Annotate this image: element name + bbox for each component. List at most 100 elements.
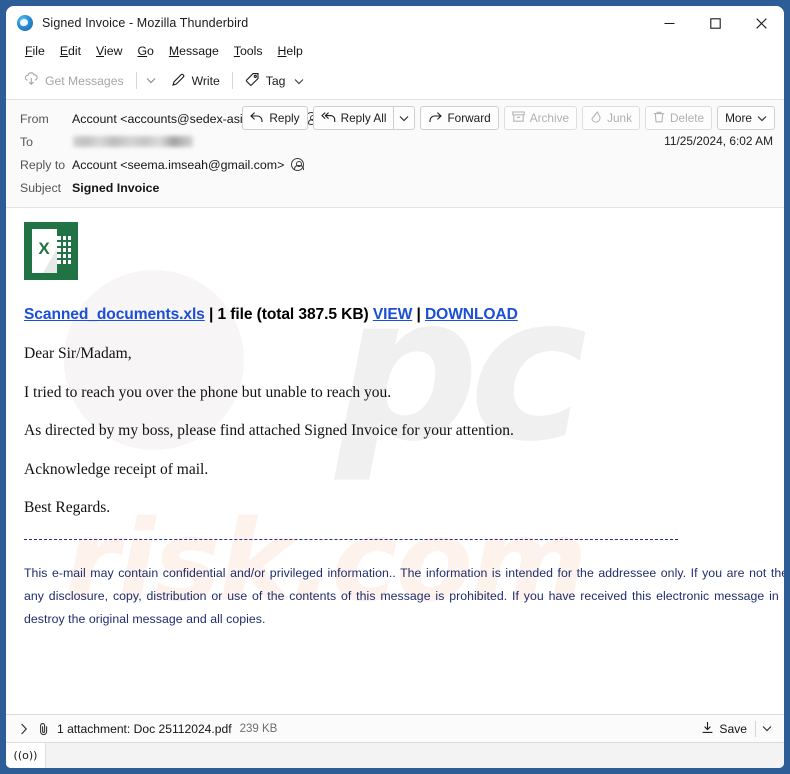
save-attachment-button[interactable]: Save: [695, 719, 755, 739]
get-messages-button[interactable]: Get Messages: [15, 67, 133, 94]
pencil-icon: [171, 72, 186, 90]
delete-label: Delete: [670, 111, 705, 125]
body-paragraph: As directed by my boss, please find atta…: [24, 422, 514, 439]
menu-message[interactable]: Message: [162, 42, 227, 60]
body-paragraph: I tried to reach you over the phone but …: [24, 383, 392, 401]
reply-to-label: Reply to: [20, 157, 66, 172]
from-label: From: [20, 111, 49, 126]
status-bar: ((o)): [6, 742, 784, 768]
window-titlebar: Signed Invoice - Mozilla Thunderbird: [6, 6, 784, 40]
save-download-icon: [701, 721, 714, 737]
save-dropdown-caret[interactable]: [756, 725, 778, 732]
to-label: To: [20, 134, 33, 149]
menu-tools[interactable]: Tools: [227, 42, 271, 60]
menu-tools-rest: ools: [239, 44, 263, 58]
get-messages-label: Get Messages: [45, 73, 124, 88]
message-date: 11/25/2024, 6:02 AM: [664, 134, 773, 148]
attachment-actions: Save: [695, 719, 778, 739]
menu-help-rest: elp: [286, 44, 303, 58]
email-body-text: Dear Sir/Madam, I tried to reach you ove…: [24, 346, 784, 516]
contact-icon-reply[interactable]: [291, 158, 305, 171]
message-header: From Account <accounts@sedex-asia-th.com…: [6, 100, 784, 208]
paperclip-icon: [38, 722, 50, 736]
delete-button[interactable]: Delete: [645, 106, 713, 130]
menu-edit-rest: dit: [68, 44, 82, 58]
write-button[interactable]: Write: [162, 67, 229, 94]
more-button[interactable]: More: [717, 106, 775, 130]
header-row-reply-to: Reply to Account <seema.imseah@gmail.com…: [6, 153, 784, 176]
menubar: File Edit View Go Message Tools Help: [6, 40, 784, 62]
menu-go[interactable]: Go: [130, 42, 161, 60]
reply-button[interactable]: Reply: [242, 106, 308, 130]
reply-all-dropdown[interactable]: [393, 106, 416, 130]
forward-arrow-icon: [428, 111, 443, 126]
archive-label: Archive: [529, 111, 570, 125]
excel-file-icon: X: [24, 222, 78, 280]
menu-view-rest: iew: [104, 44, 123, 58]
attachment-headline: Scanned_documents.xls | 1 file (total 38…: [24, 306, 784, 324]
reply-all-arrow-icon: [320, 111, 336, 126]
view-link[interactable]: VIEW: [373, 306, 413, 323]
body-content: X Scanned_documents.xls | 1 file (total …: [6, 208, 784, 714]
menu-file[interactable]: File: [18, 42, 53, 60]
tag-button[interactable]: Tag: [236, 67, 314, 94]
trash-icon: [653, 111, 665, 126]
connection-indicator-icon[interactable]: ((o)): [6, 742, 46, 768]
forward-button[interactable]: Forward: [420, 106, 499, 130]
thunderbird-window: Signed Invoice - Mozilla Thunderbird Fil…: [6, 6, 784, 768]
menu-go-rest: o: [147, 44, 154, 58]
maximize-button[interactable]: [692, 6, 738, 40]
attachment-bar: 1 attachment: Doc 25112024.pdf 239 KB Sa…: [6, 714, 784, 742]
reply-to-value[interactable]: Account <seema.imseah@gmail.com>: [72, 158, 284, 172]
menu-edit[interactable]: Edit: [53, 42, 89, 60]
reply-label: Reply: [269, 111, 300, 125]
junk-button[interactable]: Junk: [582, 106, 640, 130]
menu-view[interactable]: View: [89, 42, 130, 60]
toolbar-separator-1: [135, 72, 137, 89]
reply-all-label: Reply All: [340, 111, 387, 125]
body-divider: [24, 538, 678, 540]
menu-file-rest: ile: [32, 44, 45, 58]
body-paragraph: Best Regards.: [24, 499, 111, 516]
more-label: More: [725, 111, 752, 125]
main-toolbar: Get Messages Write Tag: [6, 62, 784, 100]
archive-button[interactable]: Archive: [503, 106, 578, 130]
write-label: Write: [191, 73, 220, 88]
header-row-subject: Subject Signed Invoice: [6, 176, 784, 199]
save-label: Save: [719, 721, 747, 736]
attachment-file-link[interactable]: Scanned_documents.xls: [24, 306, 205, 323]
reply-arrow-icon: [250, 111, 264, 126]
minimize-button[interactable]: [646, 6, 692, 40]
message-body: pc risk.com X Scanned_documents.xls | 1 …: [6, 208, 784, 714]
archive-box-icon: [511, 110, 525, 126]
to-value-redacted: [73, 136, 193, 147]
attachment-meta: | 1 file (total 387.5 KB): [204, 306, 373, 323]
body-paragraph: Dear Sir/Madam,: [24, 345, 132, 362]
menu-message-rest: essage: [179, 44, 219, 58]
tag-chevron-down-icon[interactable]: [294, 74, 304, 88]
body-paragraph: Acknowledge receipt of mail.: [24, 460, 209, 478]
toolbar-separator-2: [231, 72, 233, 89]
forward-label: Forward: [447, 111, 491, 125]
tag-label: Tag: [265, 73, 286, 88]
junk-label: Junk: [607, 111, 632, 125]
get-messages-dropdown[interactable]: [140, 67, 162, 94]
chevron-right-icon[interactable]: [16, 721, 32, 737]
reply-all-button[interactable]: Reply All: [312, 106, 394, 130]
tag-icon: [245, 72, 260, 90]
reply-to-value-wrap: Account <seema.imseah@gmail.com>: [72, 158, 305, 172]
subject-value: Signed Invoice: [72, 180, 160, 195]
close-button[interactable]: [738, 6, 784, 40]
subject-label: Subject: [20, 180, 62, 195]
window-title: Signed Invoice - Mozilla Thunderbird: [42, 16, 249, 30]
window-controls: [646, 6, 784, 40]
menu-help[interactable]: Help: [271, 42, 311, 60]
more-chevron-down-icon: [757, 111, 767, 125]
download-link[interactable]: DOWNLOAD: [425, 306, 518, 323]
junk-flame-icon: [590, 110, 602, 126]
download-cloud-icon: [24, 72, 39, 89]
link-separator: |: [412, 306, 425, 323]
excel-grid-shape: [57, 234, 71, 267]
thunderbird-icon: [17, 15, 33, 31]
excel-x-glyph: X: [38, 239, 50, 258]
